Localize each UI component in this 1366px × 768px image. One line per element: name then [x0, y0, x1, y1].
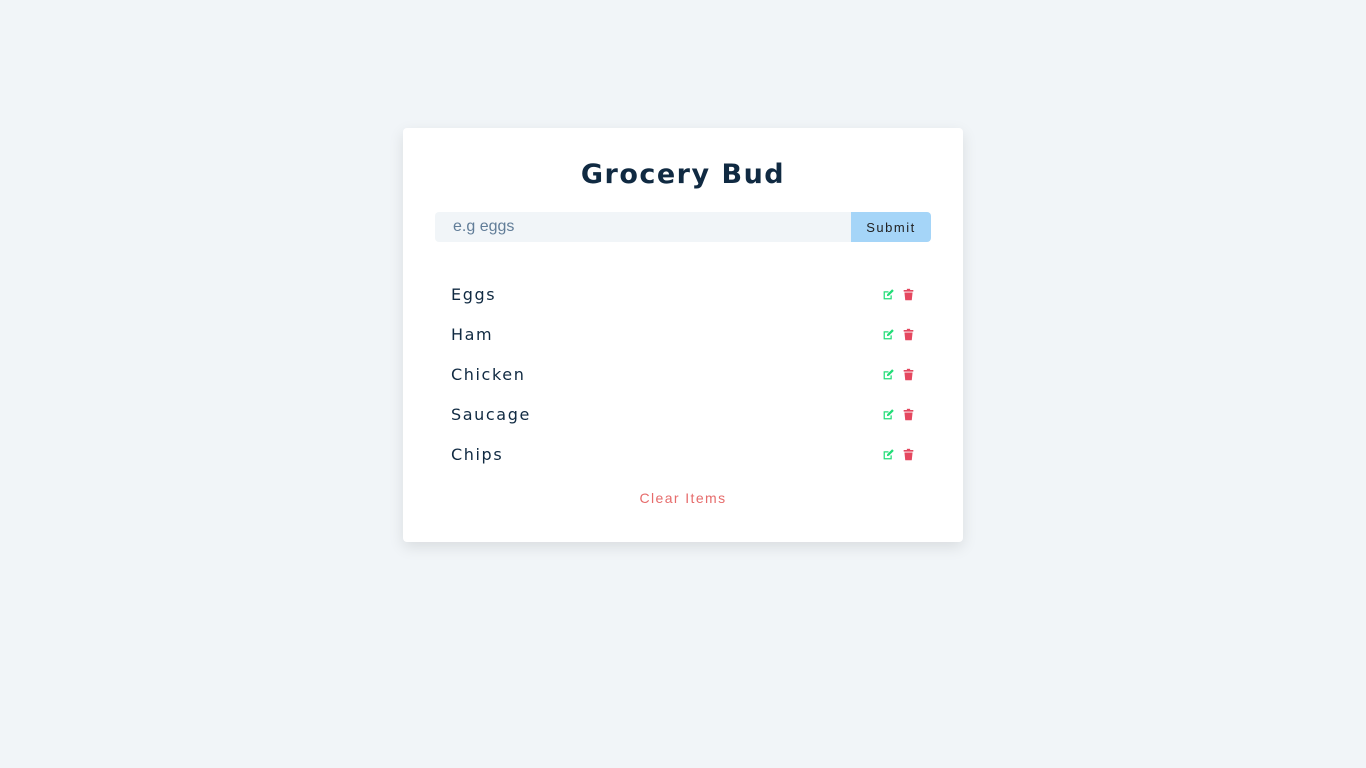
- list-item: Eggs: [451, 274, 915, 314]
- list-item: Ham: [451, 314, 915, 354]
- item-actions: [881, 447, 915, 461]
- grocery-list: Eggs Ham Chicken Saucage Chips: [451, 274, 915, 474]
- edit-button[interactable]: [881, 287, 895, 301]
- delete-button[interactable]: [901, 447, 915, 461]
- list-item: Chicken: [451, 354, 915, 394]
- clear-items-button[interactable]: Clear Items: [403, 489, 963, 507]
- grocery-card: Grocery Bud Submit Eggs Ham: [403, 128, 963, 542]
- list-item: Saucage: [451, 394, 915, 434]
- item-title: Chicken: [451, 364, 526, 384]
- item-title: Saucage: [451, 404, 531, 424]
- edit-button[interactable]: [881, 447, 895, 461]
- item-actions: [881, 327, 915, 341]
- grocery-form: Submit: [435, 212, 931, 242]
- item-title: Eggs: [451, 284, 497, 304]
- trash-icon: [902, 368, 915, 381]
- item-title: Chips: [451, 444, 504, 464]
- delete-button[interactable]: [901, 287, 915, 301]
- edit-icon: [882, 448, 895, 461]
- delete-button[interactable]: [901, 407, 915, 421]
- edit-icon: [882, 408, 895, 421]
- delete-button[interactable]: [901, 327, 915, 341]
- edit-button[interactable]: [881, 407, 895, 421]
- submit-button[interactable]: Submit: [851, 212, 931, 242]
- trash-icon: [902, 408, 915, 421]
- edit-icon: [882, 368, 895, 381]
- item-actions: [881, 407, 915, 421]
- edit-button[interactable]: [881, 327, 895, 341]
- trash-icon: [902, 448, 915, 461]
- trash-icon: [902, 288, 915, 301]
- page-title: Grocery Bud: [580, 159, 786, 190]
- edit-icon: [882, 288, 895, 301]
- list-item: Chips: [451, 434, 915, 474]
- edit-icon: [882, 328, 895, 341]
- grocery-input[interactable]: [435, 212, 851, 242]
- trash-icon: [902, 328, 915, 341]
- item-actions: [881, 367, 915, 381]
- item-title: Ham: [451, 324, 494, 344]
- item-actions: [881, 287, 915, 301]
- edit-button[interactable]: [881, 367, 895, 381]
- delete-button[interactable]: [901, 367, 915, 381]
